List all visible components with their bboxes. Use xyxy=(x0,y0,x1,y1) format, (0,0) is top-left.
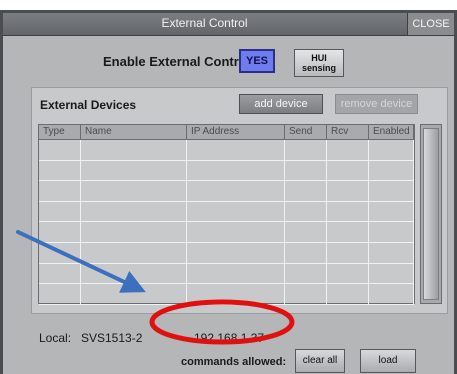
close-button[interactable]: CLOSE xyxy=(407,13,454,35)
table-cell xyxy=(327,222,369,242)
table-cell xyxy=(81,140,187,160)
table-cell xyxy=(81,263,187,284)
table-row[interactable] xyxy=(39,242,414,264)
table-cell xyxy=(39,263,81,284)
external-devices-panel: External Devices add device remove devic… xyxy=(31,87,448,314)
table-cell xyxy=(81,242,187,263)
devices-table: Type Name IP Address Send Rcv Enabled xyxy=(38,124,415,305)
table-cell xyxy=(285,263,327,284)
table-cell xyxy=(187,222,285,242)
table-cell xyxy=(187,201,285,222)
table-cell xyxy=(39,160,81,181)
devices-scrollbar[interactable] xyxy=(420,124,442,304)
table-cell xyxy=(327,242,369,263)
table-cell xyxy=(327,263,369,284)
table-cell xyxy=(369,222,414,242)
column-header-type[interactable]: Type xyxy=(39,125,81,139)
yes-button[interactable]: YES xyxy=(239,49,275,73)
enable-external-control-label: Enable External Control: xyxy=(103,54,255,69)
hui-sensing-button[interactable]: HUI sensing xyxy=(294,49,344,77)
commands-allowed-label: commands allowed: xyxy=(181,356,287,368)
clear-all-button[interactable]: clear all xyxy=(295,349,345,373)
table-header: Type Name IP Address Send Rcv Enabled xyxy=(39,125,414,140)
table-cell xyxy=(81,284,187,304)
column-header-name[interactable]: Name xyxy=(81,125,187,139)
table-cell xyxy=(187,140,285,160)
table-cell xyxy=(285,140,327,160)
table-row[interactable] xyxy=(39,263,414,285)
table-cell xyxy=(39,140,81,160)
table-row[interactable] xyxy=(39,201,414,223)
table-cell xyxy=(285,242,327,263)
column-header-send[interactable]: Send xyxy=(285,125,327,139)
table-cell xyxy=(285,181,327,201)
table-cell xyxy=(187,242,285,263)
table-body xyxy=(39,140,414,305)
table-cell xyxy=(327,201,369,222)
table-cell xyxy=(187,284,285,304)
table-row[interactable] xyxy=(39,181,414,202)
table-cell xyxy=(327,181,369,201)
window-title: External Control xyxy=(161,16,248,30)
table-cell xyxy=(369,263,414,284)
column-header-ip-address[interactable]: IP Address xyxy=(187,125,285,139)
column-header-enabled[interactable]: Enabled xyxy=(369,125,414,139)
table-cell xyxy=(285,160,327,181)
table-cell xyxy=(285,201,327,222)
table-cell xyxy=(285,284,327,304)
table-cell xyxy=(39,284,81,304)
local-name-value: SVS1513-2 xyxy=(81,331,143,345)
table-cell xyxy=(81,181,187,201)
table-cell xyxy=(187,160,285,181)
add-device-button[interactable]: add device xyxy=(239,94,323,114)
table-row[interactable] xyxy=(39,140,414,161)
table-cell xyxy=(369,242,414,263)
local-ip-address: 192.168.1.37 xyxy=(194,331,265,345)
table-cell xyxy=(39,222,81,242)
table-cell xyxy=(327,160,369,181)
table-row[interactable] xyxy=(39,160,414,182)
table-cell xyxy=(369,201,414,222)
table-cell xyxy=(187,263,285,284)
table-cell xyxy=(369,160,414,181)
table-row[interactable] xyxy=(39,222,414,243)
table-cell xyxy=(327,140,369,160)
table-cell xyxy=(369,181,414,201)
external-control-window: External Control CLOSE Enable External C… xyxy=(0,10,457,374)
load-button[interactable]: load xyxy=(360,349,416,373)
column-header-rcv[interactable]: Rcv xyxy=(327,125,369,139)
table-cell xyxy=(39,181,81,201)
table-cell xyxy=(327,284,369,304)
title-bar: External Control CLOSE xyxy=(3,13,454,36)
table-cell xyxy=(187,181,285,201)
hui-label: HUI xyxy=(311,53,327,63)
table-cell xyxy=(285,222,327,242)
table-cell xyxy=(81,222,187,242)
table-cell xyxy=(39,201,81,222)
remove-device-button[interactable]: remove device xyxy=(335,94,418,114)
table-cell xyxy=(369,284,414,304)
table-cell xyxy=(39,242,81,263)
table-cell xyxy=(81,160,187,181)
table-cell xyxy=(369,140,414,160)
scrollbar-thumb[interactable] xyxy=(423,128,439,300)
sensing-label: sensing xyxy=(301,63,336,73)
table-cell xyxy=(81,201,187,222)
table-row[interactable] xyxy=(39,284,414,305)
external-devices-label: External Devices xyxy=(40,98,137,112)
local-label: Local: xyxy=(39,331,72,345)
